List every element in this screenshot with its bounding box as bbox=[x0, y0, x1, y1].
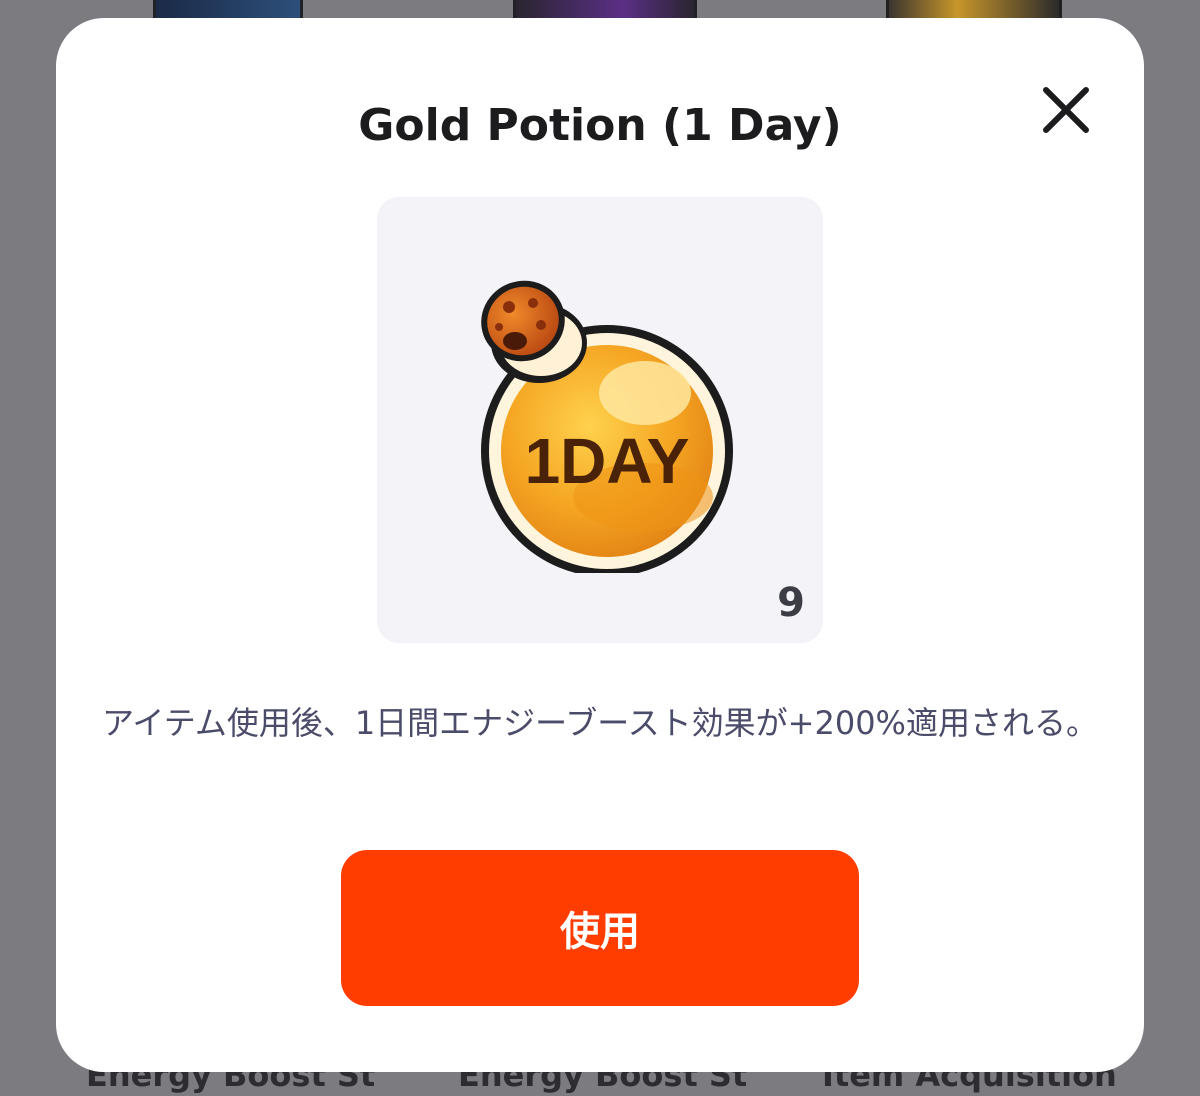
potion-label-text: 1DAY bbox=[525, 425, 690, 497]
close-icon bbox=[1043, 87, 1089, 133]
modal-title: Gold Potion (1 Day) bbox=[358, 100, 842, 151]
item-description: アイテム使用後、1日間エナジーブースト効果が+200%適用される。 bbox=[102, 704, 1098, 742]
close-button[interactable] bbox=[1036, 80, 1096, 140]
item-tile: 1DAY 9 bbox=[377, 197, 823, 643]
use-button[interactable]: 使用 bbox=[341, 850, 859, 1006]
gold-potion-icon: 1DAY bbox=[457, 273, 747, 573]
item-detail-modal: Gold Potion (1 Day) 1DAY 9 アイテム使用後、1日間エナ… bbox=[56, 18, 1144, 1072]
item-count-badge: 9 bbox=[777, 580, 805, 626]
